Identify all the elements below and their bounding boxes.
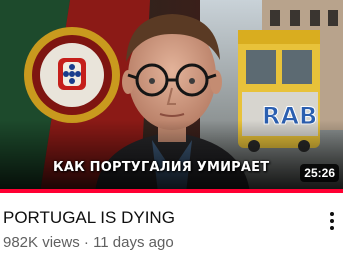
thumbnail-caption: КАК ПОРТУГАЛИЯ УМИРАЕТ (53, 160, 270, 175)
view-count: 982K views (3, 234, 80, 251)
flag-armillary-sphere (24, 27, 120, 123)
more-vertical-icon-dot (330, 226, 334, 230)
upload-age: 11 days ago (93, 234, 174, 251)
video-title[interactable]: PORTUGAL IS DYING (3, 208, 175, 228)
more-vertical-icon-dot (330, 219, 334, 223)
video-metadata: 982K views · 11 days ago (3, 234, 174, 251)
video-card[interactable]: RAB КАК ПОРТУГАЛИЯ УМИРАЕТ 25:26 PORTUGA… (0, 0, 343, 255)
meta-separator: · (83, 234, 89, 251)
more-options-button[interactable] (323, 208, 341, 234)
video-thumbnail[interactable]: RAB КАК ПОРТУГАЛИЯ УМИРАЕТ 25:26 (0, 0, 343, 193)
more-vertical-icon (330, 212, 334, 216)
watch-progress-fill (0, 189, 343, 193)
watch-progress-bar (0, 189, 343, 193)
duration-badge: 25:26 (300, 164, 339, 182)
